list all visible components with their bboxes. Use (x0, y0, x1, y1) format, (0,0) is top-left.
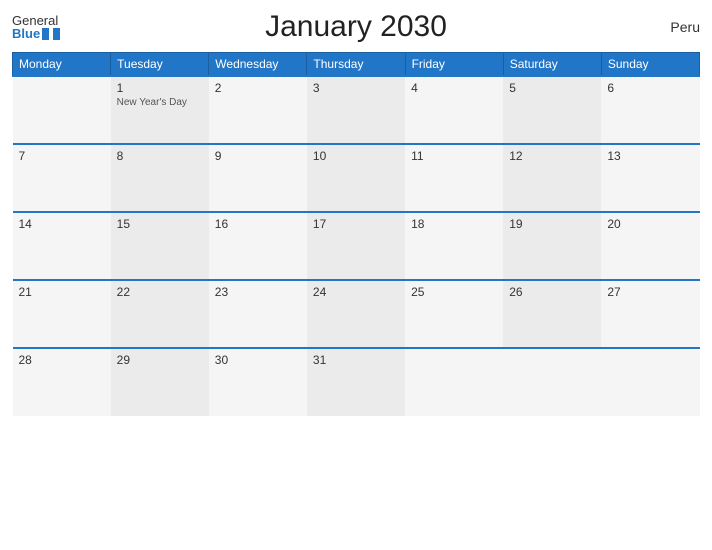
calendar-day-cell: 8 (111, 144, 209, 212)
calendar-day-cell: 15 (111, 212, 209, 280)
day-number: 26 (509, 285, 595, 299)
day-number: 15 (117, 217, 203, 231)
day-number: 17 (313, 217, 399, 231)
calendar-day-cell: 30 (209, 348, 307, 416)
calendar-day-cell (405, 348, 503, 416)
weekday-header-wednesday: Wednesday (209, 53, 307, 77)
calendar-wrapper: General Blue January 2030 Peru MondayTue… (0, 0, 712, 550)
day-number: 23 (215, 285, 301, 299)
calendar-day-cell: 17 (307, 212, 405, 280)
calendar-day-cell (601, 348, 699, 416)
day-number: 27 (607, 285, 693, 299)
day-number: 2 (215, 81, 301, 95)
day-number: 30 (215, 353, 301, 367)
calendar-day-cell (13, 76, 111, 144)
logo: General Blue (12, 14, 60, 40)
day-number: 11 (411, 149, 497, 163)
day-number: 13 (607, 149, 693, 163)
calendar-week-row: 1 New Year's Day 23456 (13, 76, 700, 144)
calendar-day-cell: 19 (503, 212, 601, 280)
calendar-day-cell: 13 (601, 144, 699, 212)
calendar-day-cell: 6 (601, 76, 699, 144)
calendar-day-cell: 18 (405, 212, 503, 280)
day-number: 4 (411, 81, 497, 95)
calendar-day-cell: 29 (111, 348, 209, 416)
logo-blue-text: Blue (12, 27, 40, 40)
calendar-day-cell: 25 (405, 280, 503, 348)
calendar-day-cell: 2 (209, 76, 307, 144)
day-number: 1 (117, 81, 203, 95)
weekday-header-saturday: Saturday (503, 53, 601, 77)
day-number: 28 (19, 353, 105, 367)
day-number: 3 (313, 81, 399, 95)
calendar-day-cell: 7 (13, 144, 111, 212)
calendar-day-cell: 14 (13, 212, 111, 280)
day-number: 25 (411, 285, 497, 299)
day-number: 9 (215, 149, 301, 163)
day-number: 22 (117, 285, 203, 299)
calendar-day-cell: 21 (13, 280, 111, 348)
day-number: 6 (607, 81, 693, 95)
calendar-day-cell: 23 (209, 280, 307, 348)
weekday-header-row: MondayTuesdayWednesdayThursdayFridaySatu… (13, 53, 700, 77)
day-number: 31 (313, 353, 399, 367)
calendar-day-cell: 26 (503, 280, 601, 348)
day-number: 10 (313, 149, 399, 163)
calendar-header: General Blue January 2030 Peru (12, 10, 700, 44)
calendar-day-cell: 27 (601, 280, 699, 348)
day-number: 8 (117, 149, 203, 163)
weekday-header-monday: Monday (13, 53, 111, 77)
calendar-day-cell: 10 (307, 144, 405, 212)
day-number: 21 (19, 285, 105, 299)
calendar-week-row: 14 15 16 17 18 19 20 (13, 212, 700, 280)
calendar-day-cell: 11 (405, 144, 503, 212)
calendar-day-cell: 16 (209, 212, 307, 280)
calendar-day-cell: 3 (307, 76, 405, 144)
calendar-week-row: 28 29 30 31 (13, 348, 700, 416)
logo-flag-icon (42, 28, 60, 40)
day-number: 7 (19, 149, 105, 163)
day-number: 29 (117, 353, 203, 367)
calendar-day-cell: 24 (307, 280, 405, 348)
weekday-header-friday: Friday (405, 53, 503, 77)
day-number: 19 (509, 217, 595, 231)
calendar-title: January 2030 (265, 10, 447, 44)
day-number: 12 (509, 149, 595, 163)
calendar-week-row: 789 10 11 12 13 (13, 144, 700, 212)
calendar-table: MondayTuesdayWednesdayThursdayFridaySatu… (12, 52, 700, 416)
weekday-header-sunday: Sunday (601, 53, 699, 77)
day-number: 24 (313, 285, 399, 299)
calendar-day-cell: 31 (307, 348, 405, 416)
day-number: 18 (411, 217, 497, 231)
calendar-day-cell: 20 (601, 212, 699, 280)
calendar-day-cell: 28 (13, 348, 111, 416)
day-number: 14 (19, 217, 105, 231)
holiday-label: New Year's Day (117, 97, 203, 108)
calendar-day-cell: 12 (503, 144, 601, 212)
calendar-day-cell: 4 (405, 76, 503, 144)
day-number: 16 (215, 217, 301, 231)
calendar-day-cell: 5 (503, 76, 601, 144)
calendar-day-cell (503, 348, 601, 416)
day-number: 5 (509, 81, 595, 95)
calendar-day-cell: 9 (209, 144, 307, 212)
weekday-header-tuesday: Tuesday (111, 53, 209, 77)
country-label: Peru (670, 19, 700, 35)
weekday-header-thursday: Thursday (307, 53, 405, 77)
calendar-day-cell: 1 New Year's Day (111, 76, 209, 144)
calendar-day-cell: 22 (111, 280, 209, 348)
day-number: 20 (607, 217, 693, 231)
calendar-week-row: 21 22 23 24 25 26 27 (13, 280, 700, 348)
